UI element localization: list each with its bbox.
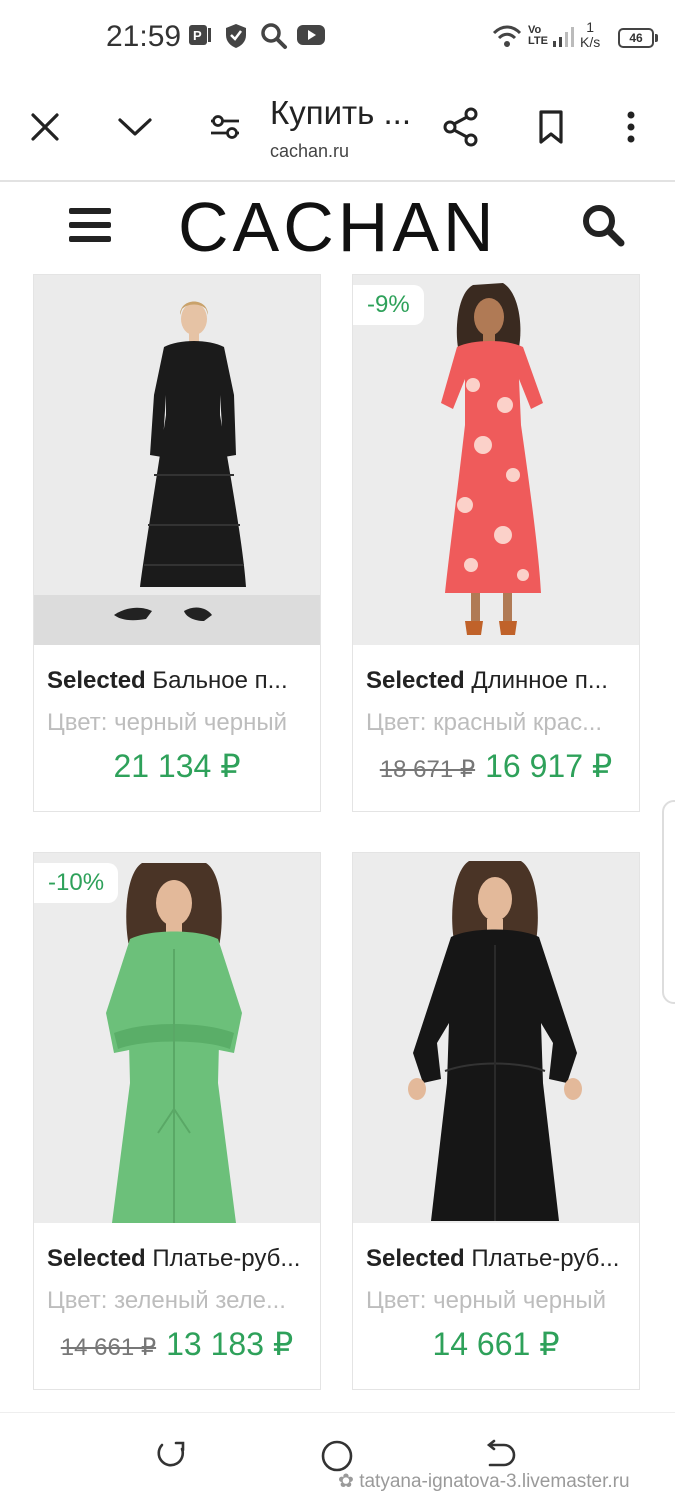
browser-toolbar: Купить ... cachan.ru (0, 76, 675, 182)
edge-panel-handle[interactable] (662, 800, 675, 1004)
product-image[interactable] (34, 275, 320, 645)
old-price: 14 661 ₽ (60, 1334, 157, 1361)
menu-icon[interactable] (68, 206, 112, 249)
product-prices: 21 134 ₽ (34, 747, 320, 785)
watermark: ✿ tatyana-ignatova-3.livemaster.ru (338, 1471, 630, 1492)
share-icon[interactable] (439, 105, 483, 149)
chevron-down-icon[interactable] (113, 105, 157, 149)
product-color: Цвет: зеленый зеле... (47, 1287, 286, 1314)
current-price: 13 183 ₽ (166, 1326, 294, 1362)
wifi-icon (492, 24, 522, 53)
status-time: 21:59 (106, 20, 182, 53)
product-name[interactable]: Selected Длинное п... (366, 667, 634, 695)
network-type: Vo LTE (528, 24, 548, 47)
product-card[interactable]: Selected Бальное п... Цвет: черный черны… (33, 274, 321, 812)
product-name[interactable]: Selected Платье-руб... (366, 1245, 634, 1273)
notification-p-icon: P (188, 22, 212, 53)
svg-text:P: P (193, 28, 202, 43)
product-image[interactable] (353, 853, 639, 1223)
discount-badge: -10% (34, 863, 119, 903)
product-prices: 18 671 ₽ 16 917 ₽ (353, 747, 639, 785)
old-price: 18 671 ₽ (379, 756, 476, 783)
search-status-icon (260, 22, 288, 55)
signal-icon (552, 26, 576, 53)
product-image[interactable] (353, 275, 639, 645)
product-color: Цвет: черный черный (366, 1287, 606, 1314)
discount-badge: -9% (353, 285, 424, 325)
current-price: 16 917 ₽ (485, 748, 613, 784)
site-settings-icon[interactable] (203, 105, 247, 149)
product-image[interactable] (34, 853, 320, 1223)
status-bar: 21:59 P Vo LTE 1 K/s 46 (0, 0, 675, 76)
battery-indicator: 46 (618, 28, 658, 48)
youtube-icon (296, 22, 326, 53)
site-header: CACHAN (0, 182, 675, 268)
watermark-flower-icon: ✿ (338, 1471, 354, 1492)
close-icon[interactable] (23, 105, 67, 149)
site-logo[interactable]: CACHAN (178, 187, 498, 267)
product-name[interactable]: Selected Бальное п... (47, 667, 315, 695)
product-prices: 14 661 ₽ (353, 1325, 639, 1363)
current-price: 14 661 ₽ (432, 1326, 560, 1362)
shield-icon (224, 22, 248, 55)
search-icon[interactable] (580, 202, 626, 253)
product-card[interactable]: Selected Платье-руб... Цвет: черный черн… (352, 852, 640, 1390)
product-color: Цвет: черный черный (47, 709, 287, 736)
bookmark-icon[interactable] (529, 105, 573, 149)
product-card[interactable]: -9% Selected Длинное п... Цвет: красный … (352, 274, 640, 812)
recent-apps-icon[interactable] (156, 1439, 188, 1476)
product-card[interactable]: -10% Selected Платье-руб... Цвет: зелены… (33, 852, 321, 1390)
product-name[interactable]: Selected Платье-руб... (47, 1245, 315, 1273)
current-price: 21 134 ₽ (113, 748, 241, 784)
page-url[interactable]: cachan.ru (270, 141, 349, 162)
more-options-icon[interactable] (609, 105, 653, 149)
network-speed: 1 K/s (580, 19, 601, 50)
product-prices: 14 661 ₽ 13 183 ₽ (34, 1325, 320, 1363)
page-title[interactable]: Купить ... (270, 94, 411, 132)
product-color: Цвет: красный крас... (366, 709, 603, 736)
